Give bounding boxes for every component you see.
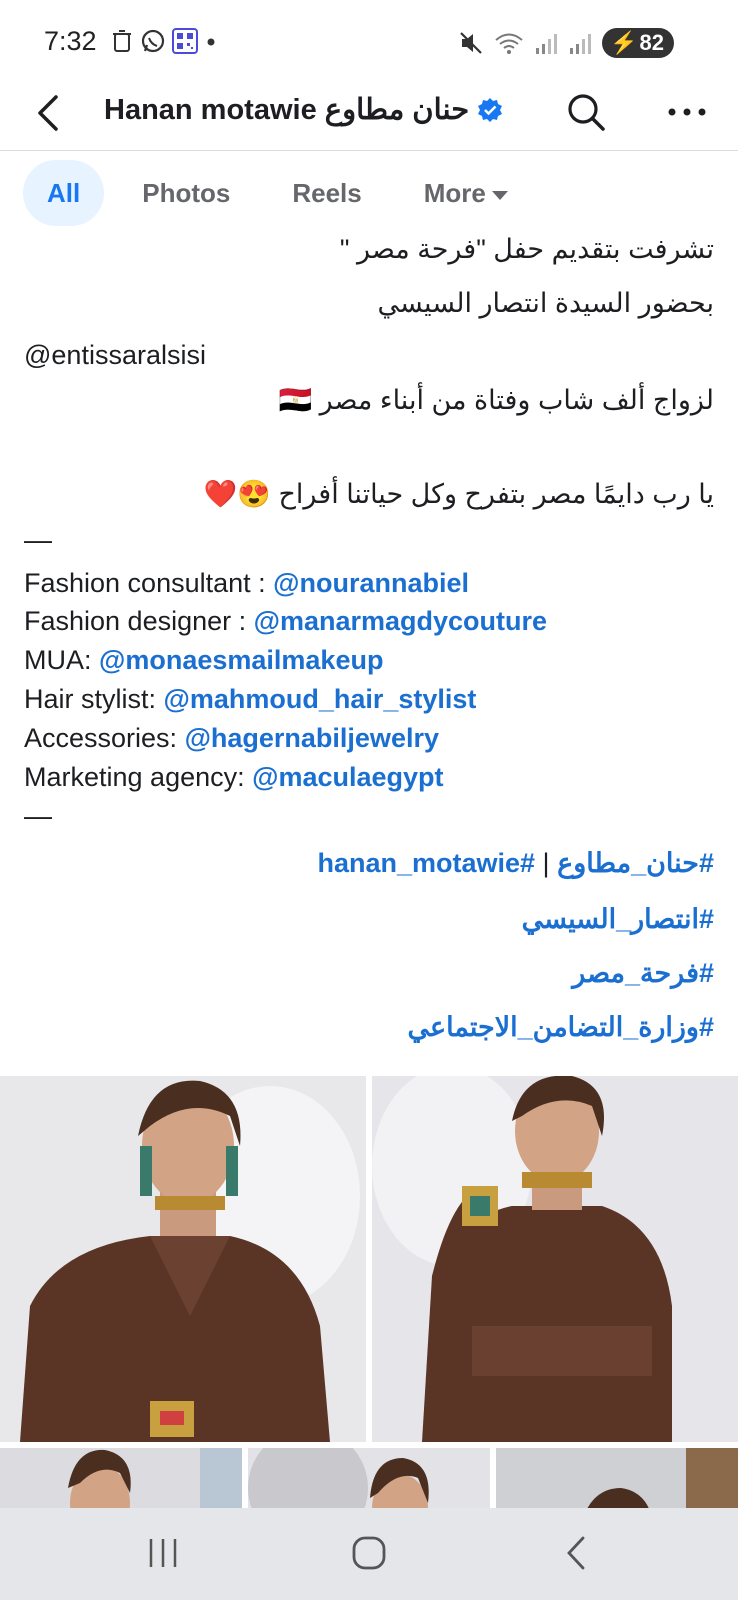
separator-dash: — <box>24 800 52 831</box>
search-button[interactable] <box>564 90 608 134</box>
credit-mention-link[interactable]: @maculaegypt <box>252 762 443 792</box>
filter-tabs: All Photos Reels More <box>23 158 546 228</box>
caption-line-4: يا رب دايمًا مصر بتفرح وكل حياتنا أفراح … <box>203 479 714 509</box>
system-back-button[interactable] <box>546 1528 606 1578</box>
app-header: Hanan motawie حنان مطاوع <box>0 86 738 151</box>
hashtag-line: #انتصار_السيسي <box>24 904 714 935</box>
trash-notification-icon <box>113 30 131 52</box>
photo-woman-brown-dress <box>0 1076 366 1442</box>
credit-line: MUA: @monaesmailmakeup <box>24 645 714 676</box>
status-system-icons: ⚡ 82 <box>458 28 674 58</box>
credit-line: Fashion designer : @manarmagdycouture <box>24 606 714 637</box>
back-button[interactable] <box>28 88 68 138</box>
photo-woman-brown-dress <box>372 1076 738 1442</box>
tab-all-label: All <box>47 177 81 208</box>
hashtag-link[interactable]: #hanan_motawie <box>317 848 535 878</box>
credit-line: Hair stylist: @mahmoud_hair_stylist <box>24 684 714 715</box>
credit-line: Accessories: @hagernabiljewelry <box>24 723 714 754</box>
back-arrow-icon <box>38 95 58 131</box>
credit-label: Hair stylist: <box>24 684 164 714</box>
recent-apps-button[interactable] <box>133 1528 193 1578</box>
tab-reels[interactable]: Reels <box>268 160 385 226</box>
credit-label: Fashion designer : <box>24 606 254 636</box>
post-photo[interactable] <box>372 1076 738 1442</box>
credit-label: Marketing agency: <box>24 762 253 792</box>
battery-charging-icon: ⚡ <box>610 30 638 55</box>
dot-icon <box>207 38 215 46</box>
verified-badge-icon <box>478 97 503 122</box>
tab-reels-label: Reels <box>292 177 362 208</box>
credit-mention-link[interactable]: @manarmagdycouture <box>254 606 547 636</box>
page-title: Hanan motawie حنان مطاوع <box>104 92 503 127</box>
tab-more-label: More <box>423 177 486 208</box>
hashtag-line: #فرحة_مصر <box>24 958 714 989</box>
signal-icon-2 <box>570 34 592 54</box>
credit-mention-link[interactable]: @hagernabiljewelry <box>185 723 439 753</box>
hashtag-link[interactable]: #فرحة_مصر <box>572 958 714 988</box>
recent-apps-icon <box>149 1539 177 1567</box>
credit-label: Fashion consultant : <box>24 568 274 598</box>
system-navigation-bar <box>0 1508 738 1600</box>
qr-code-icon <box>172 28 198 54</box>
tab-photos-label: Photos <box>142 177 231 208</box>
tab-photos[interactable]: Photos <box>118 160 254 226</box>
hashtag-line: #حنان_مطاوع | #hanan_motawie <box>24 848 714 879</box>
home-icon <box>352 1536 386 1570</box>
battery-level: 82 <box>639 30 664 55</box>
more-dots-icon <box>668 108 706 116</box>
hashtag-link[interactable]: #انتصار_السيسي <box>522 904 714 934</box>
credit-label: Accessories: <box>24 723 185 753</box>
caption-line-3: لزواج ألف شاب وفتاة من أبناء مصر 🇪🇬 <box>278 385 714 415</box>
wifi-icon <box>495 33 523 54</box>
post-photo[interactable] <box>0 1076 366 1442</box>
status-time: 7:32 <box>44 26 97 56</box>
credit-mention-link[interactable]: @nourannabiel <box>273 568 469 598</box>
separator-dash: — <box>24 524 52 555</box>
page-title-text: Hanan motawie حنان مطاوع <box>104 94 470 126</box>
whatsapp-icon <box>141 29 165 53</box>
caption-line-1: تشرفت بتقديم حفل "فرحة مصر " <box>339 234 714 264</box>
more-options-button[interactable] <box>660 90 714 134</box>
status-notification-icons <box>110 28 218 54</box>
hashtag-link[interactable]: #حنان_مطاوع <box>557 848 714 878</box>
credit-line: Fashion consultant : @nourannabiel <box>24 568 714 599</box>
credit-mention-link[interactable]: @monaesmailmakeup <box>99 645 383 675</box>
mention-link[interactable]: @entissaralsisi <box>24 340 714 371</box>
tab-all[interactable]: All <box>23 160 105 226</box>
home-button[interactable] <box>339 1528 399 1578</box>
caption-line-2: بحضور السيدة انتصار السيسي <box>377 288 714 318</box>
hashtag-line: #وزارة_التضامن_الاجتماعي <box>24 1012 714 1043</box>
credit-line: Marketing agency: @maculaegypt <box>24 762 714 793</box>
search-icon <box>568 94 605 131</box>
dropdown-arrow-icon <box>491 190 508 200</box>
credit-mention-link[interactable]: @mahmoud_hair_stylist <box>164 684 477 714</box>
signal-icon-1 <box>536 34 558 54</box>
tab-more[interactable]: More <box>400 160 532 226</box>
back-chevron-icon <box>567 1536 585 1570</box>
hashtag-link[interactable]: #وزارة_التضامن_الاجتماعي <box>407 1012 714 1042</box>
status-bar: 7:32 ⚡ 82 <box>0 0 738 86</box>
hashtag-separator: | <box>535 848 558 878</box>
mute-icon <box>460 32 482 54</box>
battery-indicator: ⚡ 82 <box>602 28 674 58</box>
credit-label: MUA: <box>24 645 100 675</box>
